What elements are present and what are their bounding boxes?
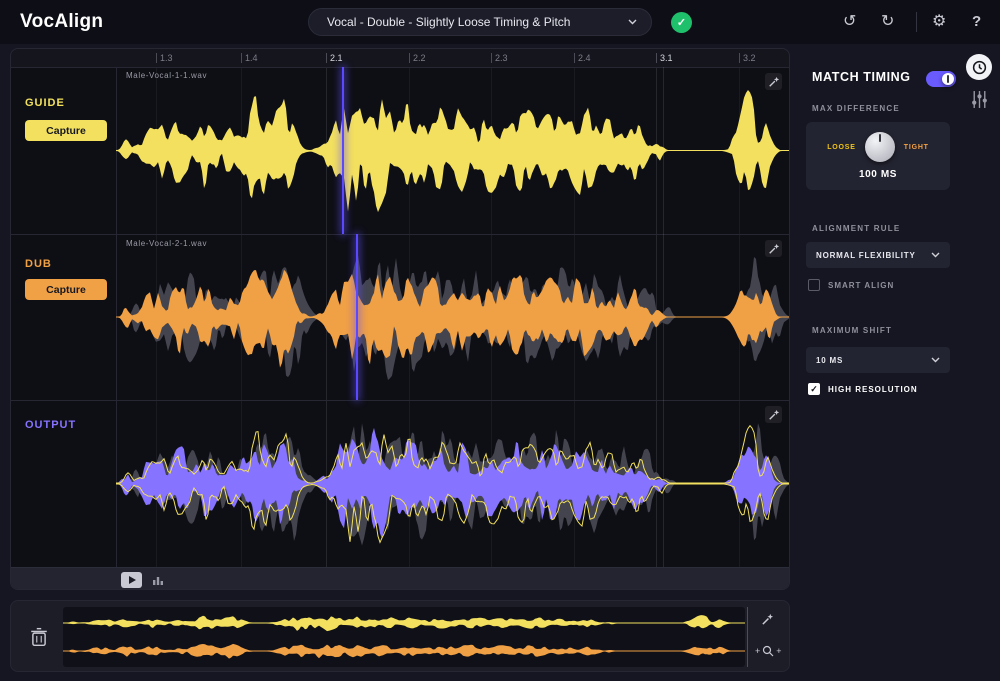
maximum-shift-dropdown[interactable]: 10 MS	[806, 347, 950, 373]
ruler-tick: 1.4	[241, 52, 258, 64]
preset-label: Vocal - Double - Slightly Loose Timing &…	[327, 15, 628, 29]
transport-strip	[11, 567, 790, 590]
guide-track-label: GUIDE	[25, 97, 65, 109]
app-logo: VocAlign	[20, 11, 103, 33]
sliders-icon	[971, 90, 988, 109]
zoom-in-icon[interactable]: +	[776, 646, 781, 656]
redo-button[interactable]: ↻	[881, 12, 894, 32]
high-resolution-checkbox[interactable]: ✓	[808, 383, 820, 395]
dub-file-label: Male-Vocal-2-1.wav	[126, 239, 207, 248]
advanced-settings-button[interactable]	[971, 90, 988, 114]
wand-icon	[768, 243, 780, 255]
undo-button[interactable]: ↺	[843, 12, 856, 32]
max-difference-label: MAX DIFFERENCE	[812, 104, 900, 113]
chevron-down-icon	[931, 252, 940, 258]
max-difference-panel: LOOSE TIGHT 100 MS	[806, 122, 950, 190]
play-button[interactable]	[121, 572, 142, 588]
help-button[interactable]: ?	[972, 12, 981, 32]
magnifier-icon[interactable]	[762, 645, 774, 657]
overview-waveforms[interactable]	[63, 607, 745, 667]
top-bar: VocAlign Vocal - Double - Slightly Loose…	[0, 0, 1000, 44]
match-timing-heading: MATCH TIMING	[812, 70, 911, 84]
smart-align-checkbox[interactable]	[808, 279, 820, 291]
high-resolution-row[interactable]: ✓ HIGH RESOLUTION	[808, 383, 918, 395]
output-track-label: OUTPUT	[25, 419, 76, 431]
alignment-rule-label: ALIGNMENT RULE	[812, 224, 900, 233]
toggle-knob	[942, 73, 954, 85]
toolbar-divider	[916, 12, 917, 32]
ruler-tick: 2.2	[409, 52, 426, 64]
maximum-shift-value: 10 MS	[816, 356, 931, 365]
trash-button[interactable]	[19, 611, 59, 663]
waveform-panel: 1.3 1.4 2.1 2.2 2.3 2.4 3.1 3.2 GUIDE Capture M…	[10, 48, 790, 590]
guide-waveform[interactable]	[116, 67, 790, 234]
alignment-rule-dropdown[interactable]: NORMAL FLEXIBILITY	[806, 242, 950, 268]
overview-right-marker	[747, 607, 748, 667]
status-ok-icon: ✓	[671, 12, 692, 33]
wand-icon	[768, 409, 780, 421]
dub-waveform[interactable]	[116, 234, 790, 400]
smart-align-label: SMART ALIGN	[828, 281, 894, 290]
output-waveform[interactable]	[116, 400, 790, 567]
clock-icon	[972, 60, 987, 75]
max-difference-value: 100 MS	[806, 169, 950, 180]
ruler-tick: 2.4	[574, 52, 591, 64]
dub-playhead[interactable]	[356, 234, 358, 400]
output-wand-icon[interactable]	[765, 406, 782, 423]
ruler-tick: 3.1	[656, 52, 673, 64]
zoom-out-icon[interactable]: +	[755, 646, 760, 656]
ruler-tick: 1.3	[156, 52, 173, 64]
alignment-rule-value: NORMAL FLEXIBILITY	[816, 251, 931, 260]
smart-align-row[interactable]: SMART ALIGN	[808, 279, 894, 291]
level-meter-icon[interactable]	[152, 573, 164, 590]
match-timing-toggle[interactable]	[926, 71, 956, 87]
guide-playhead[interactable]	[342, 67, 344, 234]
wand-icon	[768, 76, 780, 88]
settings-gear-button[interactable]: ⚙	[932, 12, 946, 32]
guide-capture-button[interactable]: Capture	[25, 120, 107, 141]
max-difference-knob[interactable]	[865, 132, 895, 162]
high-resolution-label: HIGH RESOLUTION	[828, 385, 918, 394]
dub-wand-icon[interactable]	[765, 240, 782, 257]
tight-label: TIGHT	[904, 144, 929, 151]
preset-dropdown[interactable]: Vocal - Double - Slightly Loose Timing &…	[308, 8, 652, 36]
ruler-tick: 2.1	[326, 52, 343, 64]
guide-wand-icon[interactable]	[765, 73, 782, 90]
trash-icon	[30, 627, 48, 647]
guide-file-label: Male-Vocal-1-1.wav	[126, 71, 207, 80]
vocalign-window: VocAlign Vocal - Double - Slightly Loose…	[0, 0, 1000, 681]
chevron-down-icon	[931, 357, 940, 363]
history-clock-button[interactable]	[966, 54, 992, 80]
overview-panel: + +	[10, 600, 790, 672]
ruler-tick: 2.3	[491, 52, 508, 64]
play-icon	[129, 576, 136, 584]
chevron-down-icon	[628, 19, 637, 25]
overview-wand-icon[interactable]	[761, 613, 774, 631]
loose-label: LOOSE	[827, 144, 856, 151]
maximum-shift-label: MAXIMUM SHIFT	[812, 326, 892, 335]
ruler-tick: 3.2	[739, 52, 756, 64]
timeline-ruler[interactable]: 1.3 1.4 2.1 2.2 2.3 2.4 3.1 3.2	[11, 49, 790, 67]
zoom-controls[interactable]: + +	[755, 645, 795, 657]
dub-capture-button[interactable]: Capture	[25, 279, 107, 300]
dub-track-label: DUB	[25, 258, 52, 270]
